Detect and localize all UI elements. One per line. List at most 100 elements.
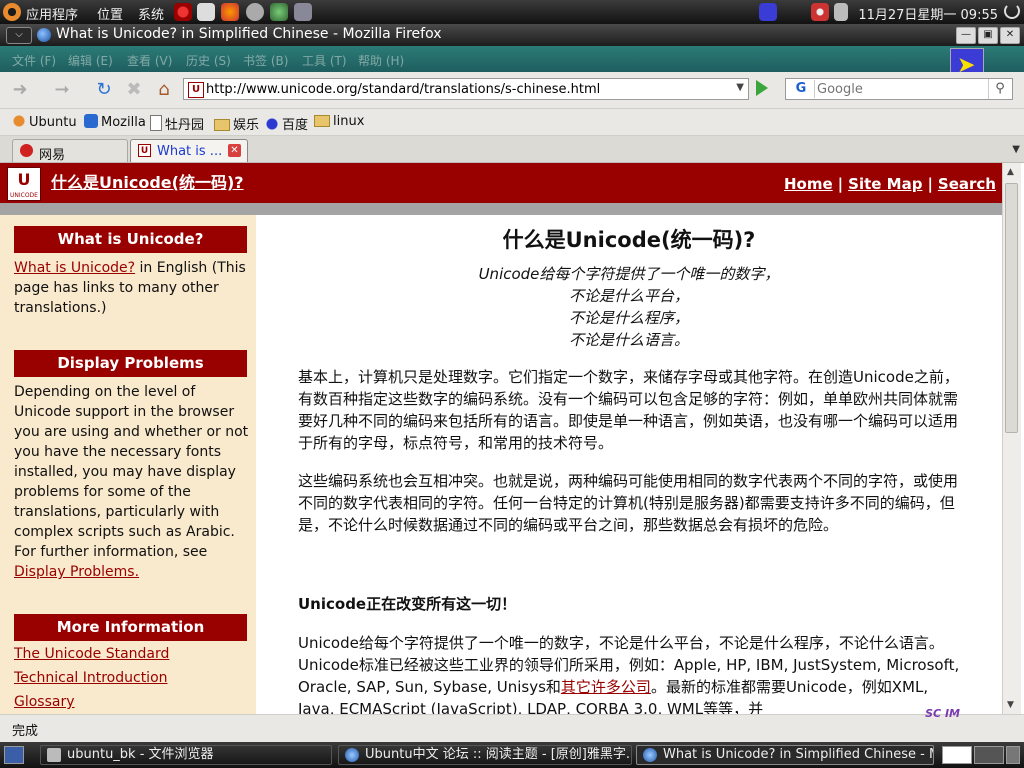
scrollbar-thumb[interactable] [1005, 183, 1018, 433]
task-file-browser[interactable]: ubuntu_bk - 文件浏览器 [40, 745, 332, 765]
bookmark-linux-folder[interactable]: linux [314, 114, 364, 129]
status-bar: 完成 SC IM [0, 708, 1024, 743]
site-favicon-icon: U [188, 82, 204, 98]
window-menu-button[interactable]: ⌵ [6, 27, 32, 44]
clock[interactable]: 11月27日星期一 09:55 [858, 4, 998, 23]
reload-icon[interactable]: ↻ [92, 78, 116, 102]
more-information-heading: More Information [14, 614, 247, 641]
maximize-button[interactable]: ▣ [978, 27, 998, 44]
task-what-is-unicode[interactable]: What is Unicode? in Simplified Chinese -… [636, 745, 934, 765]
window-titlebar[interactable]: ⌵ What is Unicode? in Simplified Chinese… [0, 24, 1024, 46]
technical-introduction-link[interactable]: Technical Introduction [14, 670, 168, 686]
tab-what-is-unicode[interactable]: U What is ... ✕ [130, 139, 248, 162]
netease-icon [20, 144, 33, 157]
mail-icon[interactable] [197, 3, 215, 21]
header-title-link[interactable]: 什么是Unicode(统一码)? [51, 169, 244, 193]
workspace-2-icon[interactable] [974, 746, 1004, 764]
bookmark-yule-folder[interactable]: 娱乐 [214, 114, 259, 133]
firefox-launcher-icon[interactable] [221, 3, 239, 21]
sidebar: What is Unicode? What is Unicode? in Eng… [0, 215, 256, 714]
file-browser-icon [47, 748, 61, 762]
volume-icon[interactable] [834, 3, 848, 21]
page-title: 什么是Unicode(统一码)? [502, 228, 756, 252]
unicode-standard-link[interactable]: The Unicode Standard [14, 646, 169, 662]
site-map-link[interactable]: Site Map [848, 175, 922, 193]
unicode-favicon-icon: U [138, 144, 151, 157]
glossary-link[interactable]: Glossary [14, 694, 75, 710]
display-problems-text: Depending on the level of Unicode suppor… [14, 384, 249, 580]
forward-icon[interactable]: ➞ [50, 78, 74, 102]
other-companies-link[interactable]: 其它许多公司 [561, 678, 651, 696]
ubuntu-icon [12, 114, 26, 128]
bookmark-ubuntu[interactable]: Ubuntu [12, 114, 77, 130]
show-desktop-icon[interactable] [4, 746, 24, 764]
launcher-icon[interactable] [174, 3, 192, 21]
notification-icon[interactable] [759, 3, 777, 21]
menu-bookmarks[interactable]: 书签 (B) [243, 52, 288, 69]
trash-icon[interactable] [1006, 746, 1020, 764]
menu-edit[interactable]: 编辑 (E) [68, 52, 113, 69]
ubuntu-logo-icon[interactable] [3, 3, 21, 21]
scroll-up-icon[interactable]: ▲ [1007, 167, 1014, 177]
page-icon [150, 115, 162, 131]
window-title: What is Unicode? in Simplified Chinese -… [56, 26, 442, 42]
minimize-button[interactable]: — [956, 27, 976, 44]
firefox-task-icon [643, 748, 657, 762]
task-ubuntu-forum[interactable]: Ubuntu中文 论坛 :: 阅读主题 - [原创]雅黑字... [338, 745, 632, 765]
paragraph-3: Unicode给每个字符提供了一个唯一的数字，不论是什么平台，不论是什么程序，不… [298, 634, 960, 714]
bookmarks-toolbar: Ubuntu Mozilla 牡丹园 娱乐 百度 linux [0, 109, 1024, 136]
menu-view[interactable]: 查看 (V) [127, 52, 172, 69]
status-text: 完成 [12, 724, 39, 739]
menu-help[interactable]: 帮助 (H) [358, 52, 404, 69]
url-input[interactable] [206, 80, 726, 98]
back-icon[interactable]: ➜ [8, 78, 32, 102]
baidu-icon [265, 117, 279, 131]
display-problems-heading: Display Problems [14, 350, 247, 377]
paragraph-2: 这些编码系统也会互相冲突。也就是说，两种编码可能使用相同的数字代表两个不同的字符… [298, 472, 959, 534]
page-content: U UNICODE 什么是Unicode(统一码)? Home | Site Map… [0, 163, 1002, 714]
search-bar[interactable]: G ⚲ [785, 78, 1013, 100]
bookmark-baidu[interactable]: 百度 [265, 114, 308, 133]
menu-file[interactable]: 文件 (F) [12, 52, 56, 69]
places-menu[interactable]: 位置 [97, 4, 123, 23]
menubar: 文件 (F) 编辑 (E) 查看 (V) 历史 (S) 书签 (B) 工具 (T… [0, 46, 1024, 72]
url-dropdown-icon[interactable]: ▼ [736, 82, 744, 93]
network-icon[interactable] [246, 3, 264, 21]
tab-netease[interactable]: 网易 [12, 139, 128, 163]
vertical-scrollbar[interactable]: ▲ ▼ [1002, 163, 1021, 714]
what-is-unicode-link[interactable]: What is Unicode? [14, 260, 135, 276]
menu-tools[interactable]: 工具 (T) [302, 52, 347, 69]
home-icon[interactable]: ⌂ [152, 78, 176, 102]
url-bar[interactable]: U ▼ [183, 78, 749, 100]
close-tab-icon[interactable]: ✕ [228, 144, 241, 157]
section-heading: Unicode正在改变所有这一切！ [298, 595, 517, 613]
search-link[interactable]: Search [938, 175, 996, 193]
display-problems-link[interactable]: Display Problems. [14, 564, 139, 580]
applications-menu[interactable]: 应用程序 [26, 4, 78, 23]
terminal-icon[interactable] [294, 3, 312, 21]
globe-icon[interactable] [270, 3, 288, 21]
scroll-down-icon[interactable]: ▼ [1007, 700, 1014, 710]
update-icon[interactable] [811, 3, 829, 21]
unicode-logo[interactable]: U UNICODE [7, 167, 41, 201]
what-is-unicode-text: What is Unicode? in English (This page h… [14, 260, 246, 316]
menu-history[interactable]: 历史 (S) [186, 52, 231, 69]
firefox-window-icon [37, 28, 51, 42]
system-menu[interactable]: 系统 [138, 4, 164, 23]
search-icon[interactable]: ⚲ [988, 79, 1011, 99]
search-input[interactable] [817, 80, 985, 98]
home-link[interactable]: Home [784, 175, 833, 193]
go-icon[interactable] [756, 80, 768, 96]
bookmark-mudanyuan[interactable]: 牡丹园 [150, 114, 204, 133]
close-window-button[interactable]: ✕ [1000, 27, 1020, 44]
folder-icon [314, 115, 330, 127]
navigation-toolbar: ➜ ➞ ↻ ✖ ⌂ U ▼ G ⚲ [0, 72, 1024, 109]
bookmark-mozilla[interactable]: Mozilla [84, 114, 146, 130]
power-icon[interactable] [1004, 3, 1020, 19]
header-nav: Home | Site Map | Search [783, 175, 996, 193]
workspace-1-icon[interactable] [942, 746, 972, 764]
scim-icon[interactable]: SC IM [925, 708, 960, 719]
search-engine-icon[interactable]: G [788, 80, 815, 98]
tab-list-icon[interactable]: ▼ [1012, 144, 1020, 155]
stop-icon[interactable]: ✖ [122, 78, 146, 102]
